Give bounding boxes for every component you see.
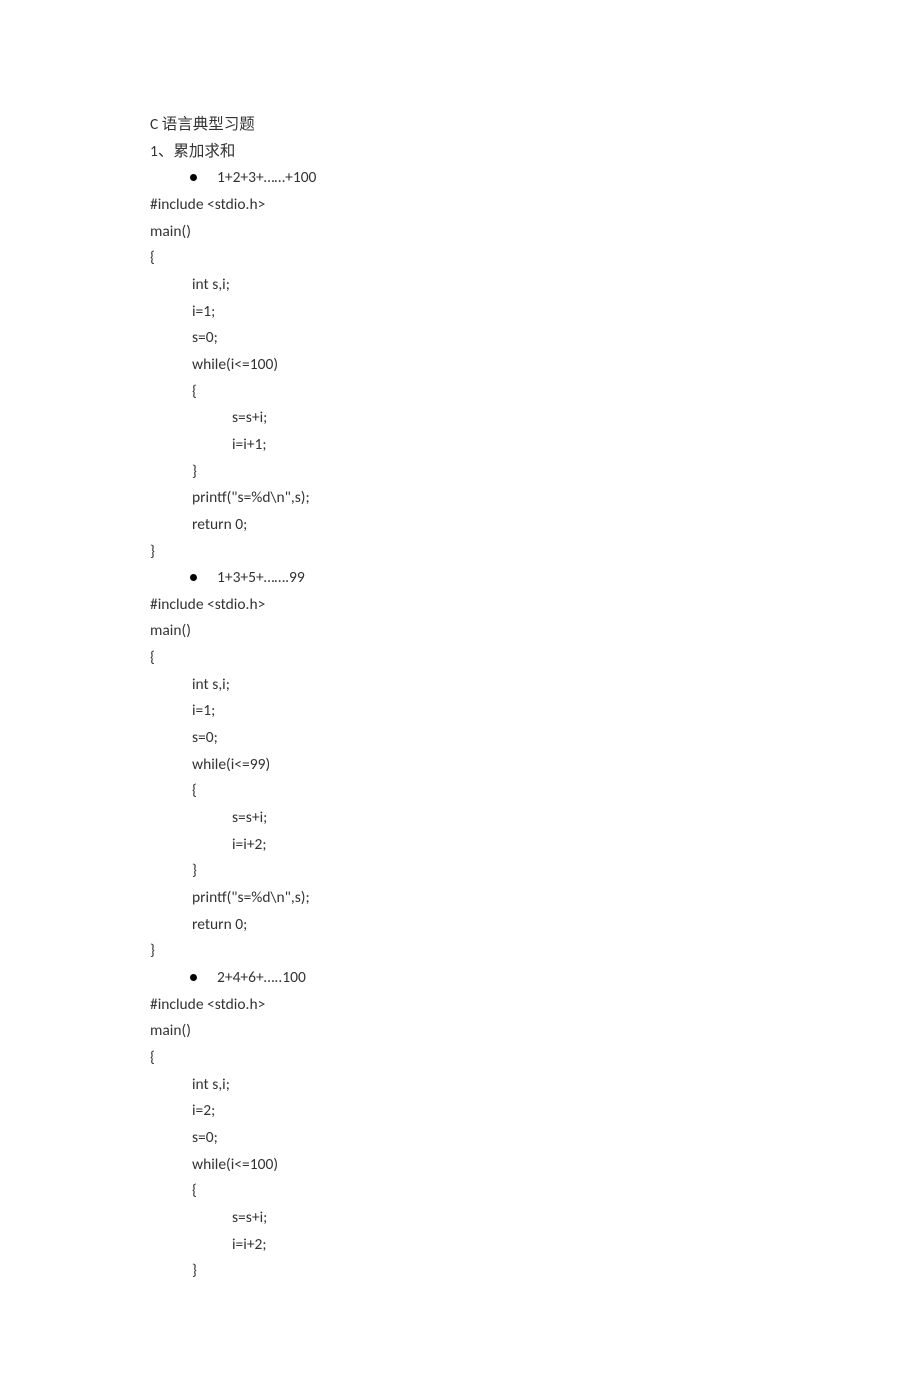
code-line: {	[150, 645, 770, 672]
code-line: s=s+i;	[150, 405, 770, 432]
code-line: }	[150, 858, 770, 885]
code-line: i=2;	[150, 1098, 770, 1125]
code-line: s=0;	[150, 725, 770, 752]
code-line: {	[150, 778, 770, 805]
code-line: int s,i;	[150, 1072, 770, 1099]
code-line: s=s+i;	[150, 805, 770, 832]
doc-title: C 语言典型习题	[150, 112, 770, 139]
bullet-icon	[190, 174, 197, 181]
code-line: {	[150, 1178, 770, 1205]
bullet-item: 1+3+5+…….99	[150, 565, 770, 592]
section-heading: 1、累加求和	[150, 139, 770, 166]
bullet-item: 2+4+6+…..100	[150, 965, 770, 992]
bullet-icon	[190, 574, 197, 581]
code-line: main()	[150, 618, 770, 645]
code-line: {	[150, 245, 770, 272]
code-line: }	[150, 539, 770, 566]
code-line: return 0;	[150, 512, 770, 539]
document-body: C 语言典型习题 1、累加求和 1+2+3+……+100 #include <s…	[150, 112, 770, 1285]
code-line: s=0;	[150, 1125, 770, 1152]
bullet-item: 1+2+3+……+100	[150, 165, 770, 192]
code-line: i=i+1;	[150, 432, 770, 459]
code-line: i=i+2;	[150, 832, 770, 859]
code-line: }	[150, 938, 770, 965]
code-line: i=1;	[150, 299, 770, 326]
code-line: return 0;	[150, 912, 770, 939]
code-line: {	[150, 1045, 770, 1072]
code-line: {	[150, 379, 770, 406]
code-line: int s,i;	[150, 672, 770, 699]
code-line: s=0;	[150, 325, 770, 352]
code-line: }	[150, 459, 770, 486]
code-line: #include <stdio.h>	[150, 992, 770, 1019]
bullet-icon	[190, 974, 197, 981]
code-line: while(i<=100)	[150, 352, 770, 379]
code-line: main()	[150, 219, 770, 246]
code-line: while(i<=100)	[150, 1152, 770, 1179]
code-line: int s,i;	[150, 272, 770, 299]
code-line: i=i+2;	[150, 1232, 770, 1259]
code-line: #include <stdio.h>	[150, 592, 770, 619]
code-line: main()	[150, 1018, 770, 1045]
code-line: printf("s=%d\n",s);	[150, 885, 770, 912]
code-line: while(i<=99)	[150, 752, 770, 779]
code-line: #include <stdio.h>	[150, 192, 770, 219]
code-line: }	[150, 1258, 770, 1285]
code-line: printf("s=%d\n",s);	[150, 485, 770, 512]
code-line: s=s+i;	[150, 1205, 770, 1232]
code-line: i=1;	[150, 698, 770, 725]
